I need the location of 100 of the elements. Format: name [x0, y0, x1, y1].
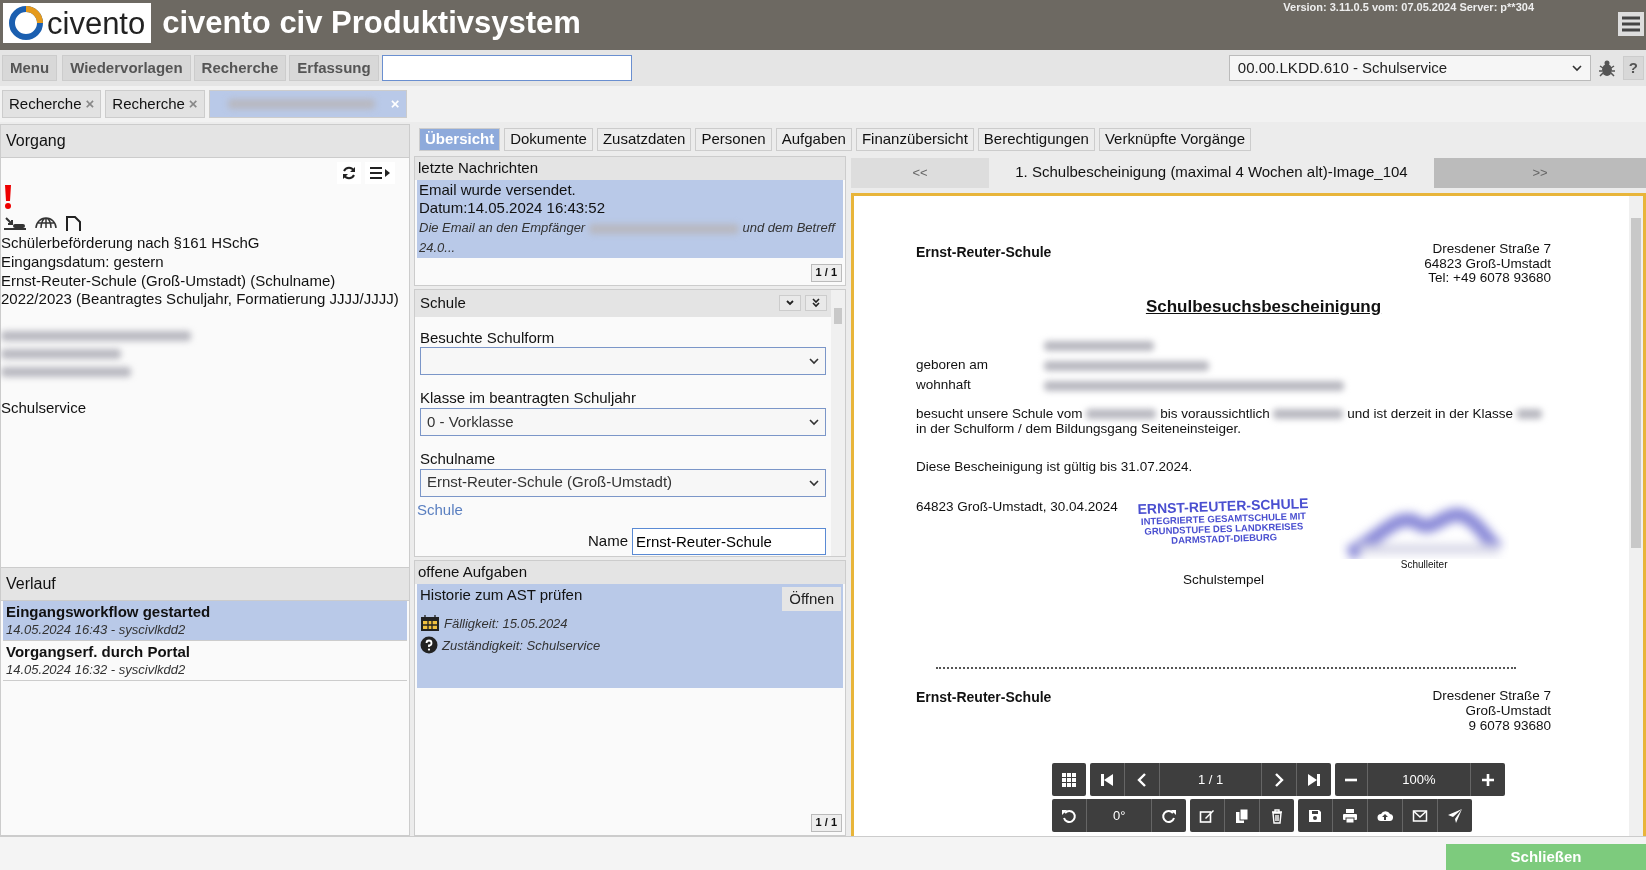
history-meta: 14.05.2024 16:32 - syscivlkdd2 — [6, 661, 187, 678]
minus-icon — [1344, 777, 1359, 782]
summary-line: 2022/2023 (Beantragtes Schuljahr, Formatierung JJJJ/JJJJ) — [1, 290, 400, 309]
copy-icon — [1234, 807, 1251, 824]
first-page-icon — [1099, 771, 1115, 788]
scrollbar[interactable] — [1629, 195, 1643, 836]
panel-title: Schule — [420, 293, 466, 313]
nav-button[interactable]: Erfassung — [289, 54, 379, 82]
field-label: geboren am — [916, 357, 990, 374]
address-line: 64823 Groß-Umstadt — [1424, 256, 1551, 272]
double-chevron-down-icon — [811, 298, 821, 309]
detail-tab[interactable]: Dokumente — [504, 128, 593, 151]
nav-button[interactable]: Recherche — [193, 54, 287, 82]
address-line: Dresdener Straße 7 — [1431, 241, 1551, 257]
address-line: Groß-Umstadt — [1464, 703, 1551, 719]
message-preview: Die Email an den Empfänger und dem Betreff 24.0... — [419, 219, 837, 257]
collapse-all-button[interactable] — [805, 295, 827, 312]
inbox-icon — [3, 216, 27, 230]
plus-icon — [1479, 771, 1496, 788]
field-label: Schulname — [420, 450, 497, 469]
swirl-logo-icon — [9, 6, 43, 40]
search-field[interactable] — [381, 55, 632, 81]
chevron-down-icon — [809, 357, 819, 366]
field-label: Name — [588, 531, 628, 551]
summary-line: Eingangsdatum: gestern — [1, 252, 165, 272]
history-item[interactable]: Eingangsworkflow gestarted 14.05.2024 16:43 - syscivlkdd2 — [3, 601, 407, 641]
due-date-text: Fälligkeit: 15.05.2024 — [444, 616, 568, 633]
app-title: civento civ Produktivsystem — [162, 4, 581, 42]
menu-icon — [1621, 15, 1641, 33]
globe-icon — [35, 216, 57, 230]
address-line: Dresdener Straße 7 — [1432, 688, 1551, 704]
menu-caret-icon — [369, 165, 391, 181]
logo-text: civento — [47, 7, 146, 39]
field-label: Besuchte Schulform — [420, 328, 556, 348]
actions-menu-button[interactable] — [365, 162, 395, 184]
edit-icon — [1199, 807, 1216, 824]
refresh-button[interactable] — [337, 162, 361, 184]
task-title: Historie zum AST prüfen — [420, 585, 584, 605]
field-label: wohnhaft — [916, 377, 972, 394]
message-item[interactable]: Email wurde versendet. Datum:14.05.2024 16:43:52 Die Email an den Empfänger und dem Betreff 24.0... — [417, 179, 843, 258]
mandant-select[interactable]: 00.00.LKDD.610 - Schulservice — [1228, 55, 1591, 81]
place-date-text: 64823 Groß-Umstadt, 30.04.2024 — [916, 499, 1119, 517]
section-label: Schule — [417, 500, 464, 520]
chevron-down-icon — [1571, 64, 1582, 72]
caption-text: Schulleiter — [1400, 559, 1448, 572]
caption-text: Schulstempel — [1183, 572, 1265, 589]
summary-line: Ernst-Reuter-Schule (Groß-Umstadt) (Schulname) — [1, 271, 337, 291]
printer-icon — [1342, 807, 1359, 824]
version-text: Version: 3.11.0.5 vom: 07.05.2024 Server: p**304 — [1283, 1, 1534, 15]
select-field[interactable] — [420, 347, 826, 376]
alert-icon — [3, 184, 13, 210]
calendar-icon — [420, 614, 440, 633]
select-field[interactable]: 0 - Vorklasse — [420, 408, 826, 436]
detail-tab[interactable]: Zusatzdaten — [596, 128, 692, 151]
document-heading: Schulbesuchsbescheinigung — [1144, 296, 1383, 318]
name-field[interactable]: Ernst-Reuter-Schule — [632, 527, 826, 555]
scrollbar[interactable] — [831, 289, 845, 556]
address-line: 9 6078 93680 — [1467, 718, 1551, 734]
rotation-angle: 0° — [1087, 799, 1153, 832]
detail-tab[interactable]: Aufgaben — [775, 128, 852, 151]
menu-button[interactable] — [1618, 12, 1644, 36]
panel-title: letzte Nachrichten — [415, 156, 845, 180]
refresh-icon — [341, 165, 357, 181]
history-title: Eingangsworkflow gestarted — [6, 603, 212, 622]
validity-text: Diese Bescheinigung ist gültig bis 31.07.2024. — [916, 458, 1194, 476]
history-title: Vorgangserf. durch Portal — [6, 643, 191, 662]
panel-title: Verlauf — [1, 568, 409, 601]
detail-tab[interactable]: Personen — [695, 128, 772, 151]
responsibility-text: Zuständigkeit: Schulservice — [442, 638, 601, 655]
message-subject: Email wurde versendet. — [419, 180, 577, 200]
document-title: 1. Schulbescheinigung (maximal 4 Wochen alt)-Image_104 — [1015, 163, 1408, 183]
pager-text: 1 / 1 — [810, 264, 842, 282]
summary-line: Schülerbeförderung nach §161 HSchG — [1, 234, 261, 253]
detail-tab[interactable]: Verknüpfte Vorgänge — [1098, 128, 1252, 151]
envelope-icon — [1412, 807, 1429, 824]
grid-icon — [1061, 771, 1077, 788]
last-page-icon — [1306, 771, 1323, 788]
detail-tab[interactable]: Berechtigungen — [977, 128, 1095, 151]
school-name: Ernst-Reuter-Schule — [916, 243, 1052, 262]
document-tab[interactable]: Recherche × — [105, 90, 205, 118]
field-label: Klasse im beantragten Schuljahr — [420, 389, 637, 408]
pager-text: 1 / 1 — [810, 814, 842, 832]
document-icon — [65, 216, 81, 232]
department-text: Schulservice — [1, 399, 88, 418]
school-name: Ernst-Reuter-Schule — [916, 688, 1052, 707]
panel-title: offene Aufgaben — [415, 560, 845, 584]
help-icon — [420, 636, 438, 655]
menu-button[interactable]: Menu — [2, 54, 58, 82]
detail-tab[interactable]: Finanzübersicht — [855, 128, 974, 151]
address-line: Tel: +49 6078 93680 — [1427, 271, 1551, 287]
body-paragraph: besucht unsere Schule vom bis voraussichtlich und ist derzeit in der Klasse in der Schulform / dem Bildungsgang Seiteneinsteiger. — [916, 405, 1551, 437]
collapse-button[interactable] — [779, 295, 801, 312]
nav-button[interactable]: Wiedervorlagen — [62, 54, 191, 82]
history-item[interactable]: Vorgangserf. durch Portal 14.05.2024 16:32 - syscivlkdd2 — [3, 641, 407, 681]
help-button[interactable]: ? — [1622, 55, 1644, 81]
previous-button[interactable]: << — [851, 157, 989, 188]
document-tab[interactable]: Recherche × — [2, 90, 102, 118]
select-field[interactable]: Ernst-Reuter-Schule (Groß-Umstadt) — [420, 468, 826, 497]
rotate-left-icon — [1061, 807, 1077, 824]
open-button[interactable]: Öffnen — [782, 586, 841, 612]
